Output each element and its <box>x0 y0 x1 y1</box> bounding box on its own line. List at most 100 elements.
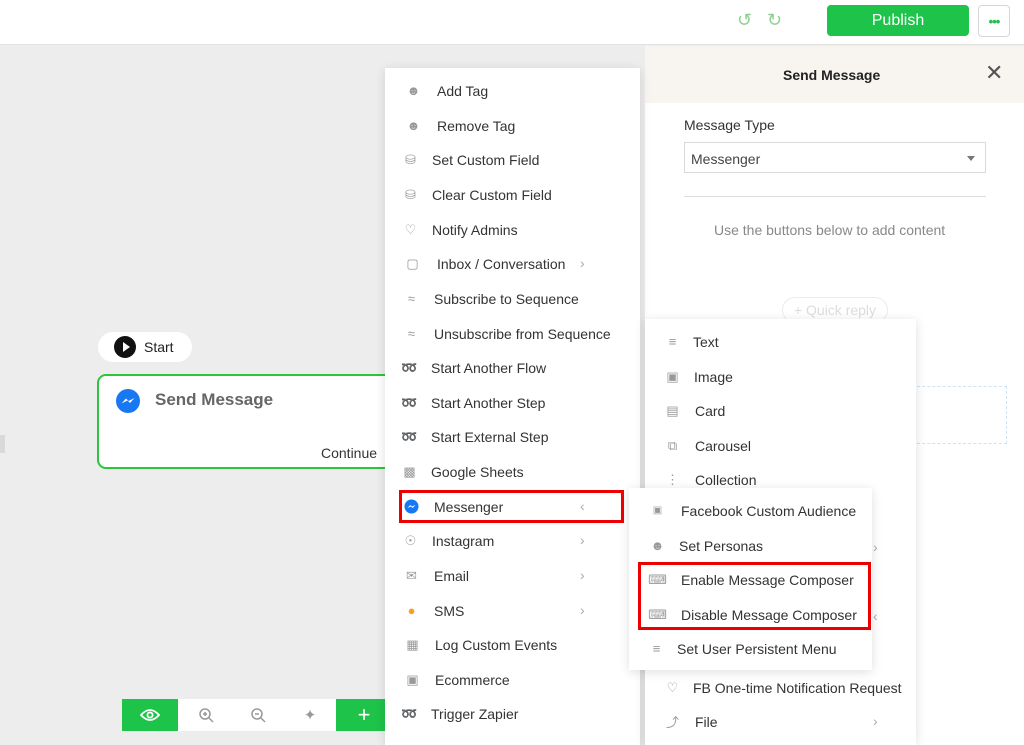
chevron-right-icon: › <box>580 602 585 618</box>
menu-item-instagram[interactable]: ☉ Instagram › <box>385 524 640 558</box>
canvas-toolbar: ✦ + <box>122 699 392 731</box>
plus-icon: + <box>357 702 371 727</box>
preview-button[interactable] <box>122 699 178 731</box>
send-message-node[interactable]: Send Message Continue <box>97 374 397 469</box>
bolt-icon: ➿ <box>401 394 418 410</box>
menu-item-add-tag[interactable]: ☻ Add Tag <box>385 74 640 108</box>
node-title: Send Message <box>155 390 274 409</box>
submenu-item-facebook-custom-audience[interactable]: ▣ Facebook Custom Audience <box>629 494 872 528</box>
submenu-item-disable-message-composer[interactable]: ⌨ Disable Message Composer <box>629 598 872 632</box>
menu-item-notify-admins[interactable]: ♡ Notify Admins <box>385 213 640 247</box>
menu-item-sms[interactable]: ● SMS › <box>385 594 640 628</box>
top-bar: ↺ ↻ Publish ••• <box>0 0 1024 45</box>
text-icon: ≡ <box>668 334 677 349</box>
user-tag-icon: ☻ <box>406 83 421 98</box>
sheet-icon: ▩ <box>403 463 416 479</box>
more-options-button[interactable]: ••• <box>978 5 1010 37</box>
keyboard-icon: ⌨ <box>648 571 667 587</box>
database-icon: ⛁ <box>405 151 416 167</box>
add-step-button[interactable]: + <box>336 699 392 731</box>
zoom-out-icon <box>251 708 266 723</box>
bolt-icon: ➿ <box>401 705 418 721</box>
undo-icon[interactable]: ↺ <box>737 10 752 31</box>
bolt-icon: ➿ <box>401 428 418 444</box>
ad-icon: ▣ <box>652 505 663 516</box>
keyboard-icon: ⌨ <box>648 606 667 622</box>
chevron-down-icon <box>967 156 975 161</box>
chevron-right-icon: › <box>580 567 585 583</box>
menu-item-ecommerce[interactable]: ▣ Ecommerce <box>385 663 640 697</box>
chart-icon: ▦ <box>406 636 419 652</box>
card-icon: ▤ <box>666 402 679 418</box>
sparkle-icon: ✦ <box>303 707 317 724</box>
submenu-item-set-personas[interactable]: ☻ Set Personas <box>629 529 872 563</box>
content-item-text[interactable]: ≡ Text <box>645 325 916 359</box>
menu-item-set-custom-field[interactable]: ⛁ Set Custom Field <box>385 143 640 177</box>
menu-item-start-another-flow[interactable]: ➿ Start Another Flow <box>385 351 640 385</box>
messenger-submenu: ▣ Facebook Custom Audience ☻ Set Persona… <box>629 488 872 670</box>
messenger-icon <box>404 499 419 514</box>
submenu-item-enable-message-composer[interactable]: ⌨ Enable Message Composer <box>629 563 872 597</box>
menu-item-unsubscribe-sequence[interactable]: ≈ Unsubscribe from Sequence <box>385 317 640 351</box>
action-menu: ☻ Add Tag ☻ Remove Tag ⛁ Set Custom Fiel… <box>385 68 640 745</box>
content-item-file[interactable]: ⤴ File › <box>645 705 916 739</box>
instagram-icon: ☉ <box>404 532 417 548</box>
start-node[interactable]: Start <box>98 332 192 362</box>
content-item-carousel[interactable]: ⧉ Carousel <box>645 429 916 463</box>
submenu-item-set-user-persistent-menu[interactable]: ≡ Set User Persistent Menu <box>629 632 872 666</box>
bell-icon: ♡ <box>666 679 679 695</box>
paperclip-icon: ⤴ <box>665 715 679 730</box>
content-hint: Use the buttons below to add content <box>714 222 946 238</box>
publish-button[interactable]: Publish <box>827 5 969 36</box>
database-icon: ⛁ <box>405 186 416 202</box>
close-icon[interactable]: ✕ <box>985 60 1003 86</box>
bolt-icon: ➿ <box>401 359 418 375</box>
auto-arrange-button[interactable]: ✦ <box>284 699 336 731</box>
carousel-icon: ⧉ <box>667 437 678 453</box>
divider <box>684 196 986 197</box>
user-icon: ☻ <box>650 538 665 553</box>
message-type-value: Messenger <box>691 151 761 167</box>
panel-title: Send Message <box>783 67 881 83</box>
chevron-right-icon: › <box>580 255 585 271</box>
chevron-right-icon: › <box>873 713 878 729</box>
menu-item-start-another-step[interactable]: ➿ Start Another Step <box>385 386 640 420</box>
layers-icon: ≈ <box>407 326 416 341</box>
menu-item-email[interactable]: ✉ Email › <box>385 559 640 593</box>
menu-item-messenger[interactable]: Messenger ‹ <box>385 490 640 524</box>
chevron-right-icon: › <box>873 539 878 555</box>
menu-item-remove-tag[interactable]: ☻ Remove Tag <box>385 109 640 143</box>
start-label: Start <box>144 339 174 355</box>
image-icon: ▣ <box>666 368 679 384</box>
layers-icon: ≈ <box>407 291 416 306</box>
chat-icon: ▢ <box>406 255 419 271</box>
redo-icon[interactable]: ↻ <box>767 10 782 31</box>
menu-item-inbox-conversation[interactable]: ▢ Inbox / Conversation › <box>385 247 640 281</box>
zoom-out-button[interactable] <box>232 699 284 731</box>
chevron-left-icon: ‹ <box>580 498 585 514</box>
menu-item-google-sheets[interactable]: ▩ Google Sheets <box>385 455 640 489</box>
menu-item-clear-custom-field[interactable]: ⛁ Clear Custom Field <box>385 178 640 212</box>
content-item-image[interactable]: ▣ Image <box>645 360 916 394</box>
list-icon: ⋮ <box>666 471 679 487</box>
menu-item-log-custom-events[interactable]: ▦ Log Custom Events <box>385 628 640 662</box>
play-icon <box>114 336 136 358</box>
node-continue-label[interactable]: Continue <box>321 445 377 461</box>
canvas-edge-handle <box>0 435 5 453</box>
user-tag-icon: ☻ <box>406 118 421 133</box>
sms-icon: ● <box>407 603 416 618</box>
menu-item-start-external-step[interactable]: ➿ Start External Step <box>385 420 640 454</box>
zoom-in-button[interactable] <box>180 699 232 731</box>
chevron-right-icon: › <box>580 532 585 548</box>
menu-item-trigger-zapier[interactable]: ➿ Trigger Zapier <box>385 697 640 731</box>
content-item-card[interactable]: ▤ Card <box>645 394 916 428</box>
eye-icon <box>140 709 160 721</box>
panel-header: Send Message ✕ <box>645 46 1024 103</box>
cart-icon: ▣ <box>406 671 419 687</box>
menu-icon: ≡ <box>652 641 661 656</box>
message-type-label: Message Type <box>684 117 775 133</box>
messenger-icon <box>116 389 140 413</box>
message-type-select[interactable]: Messenger <box>684 142 986 173</box>
content-item-fb-notification[interactable]: ♡ FB One-time Notification Request <box>645 671 916 705</box>
menu-item-subscribe-sequence[interactable]: ≈ Subscribe to Sequence <box>385 282 640 316</box>
